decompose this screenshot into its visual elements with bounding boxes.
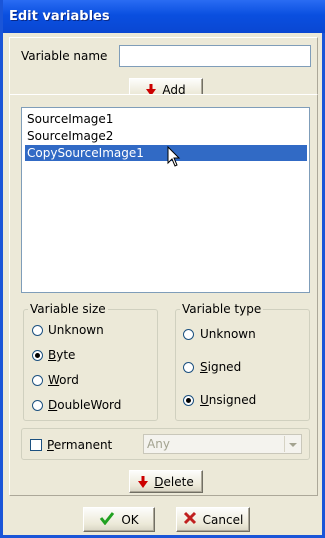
size-unknown-radio[interactable] (32, 325, 43, 336)
checkmark-icon (99, 511, 115, 528)
size-doubleword-label[interactable]: DoubleWord (48, 398, 121, 412)
variable-size-title: Variable size (28, 302, 108, 316)
delete-button[interactable]: Delete (129, 470, 203, 493)
mouse-cursor-icon (167, 146, 181, 167)
size-word-label[interactable]: Word (48, 373, 79, 387)
down-arrow-icon (138, 475, 149, 488)
dialog-window: Edit variables Variable name Add SourceI… (0, 0, 325, 538)
permanent-checkbox[interactable] (30, 439, 42, 451)
window-title: Edit variables (9, 9, 110, 24)
ok-button-label: OK (121, 512, 139, 527)
size-unknown-label[interactable]: Unknown (48, 323, 104, 337)
type-unknown-label[interactable]: Unknown (200, 327, 256, 341)
list-item-selected[interactable]: CopySourceImage1 (25, 145, 307, 161)
cancel-button[interactable]: Cancel (176, 507, 250, 532)
title-bar[interactable]: Edit variables (3, 0, 325, 33)
list-item[interactable]: SourceImage1 (25, 111, 113, 127)
size-word-radio[interactable] (32, 375, 43, 386)
type-unsigned-radio[interactable] (183, 395, 194, 406)
size-byte-radio[interactable] (32, 350, 43, 361)
variables-listbox[interactable]: SourceImage1 SourceImage2 CopySourceImag… (21, 107, 310, 293)
cancel-button-label: Cancel (202, 512, 244, 527)
chevron-down-icon[interactable] (284, 436, 300, 452)
delete-button-label: Delete (154, 474, 194, 489)
permanent-combo[interactable]: Any (143, 434, 302, 454)
type-signed-radio[interactable] (183, 362, 194, 373)
size-doubleword-radio[interactable] (32, 400, 43, 411)
type-signed-label[interactable]: Signed (200, 360, 241, 374)
ok-button[interactable]: OK (83, 507, 155, 532)
type-unknown-radio[interactable] (183, 329, 194, 340)
variable-name-label: Variable name (21, 49, 108, 63)
type-unsigned-label[interactable]: Unsigned (200, 393, 256, 407)
permanent-label[interactable]: Permanent (47, 438, 112, 452)
size-byte-label[interactable]: Byte (48, 348, 75, 362)
variable-type-title: Variable type (180, 302, 264, 316)
close-icon (183, 511, 197, 528)
list-item[interactable]: SourceImage2 (25, 128, 113, 144)
variable-name-input[interactable] (119, 45, 311, 67)
